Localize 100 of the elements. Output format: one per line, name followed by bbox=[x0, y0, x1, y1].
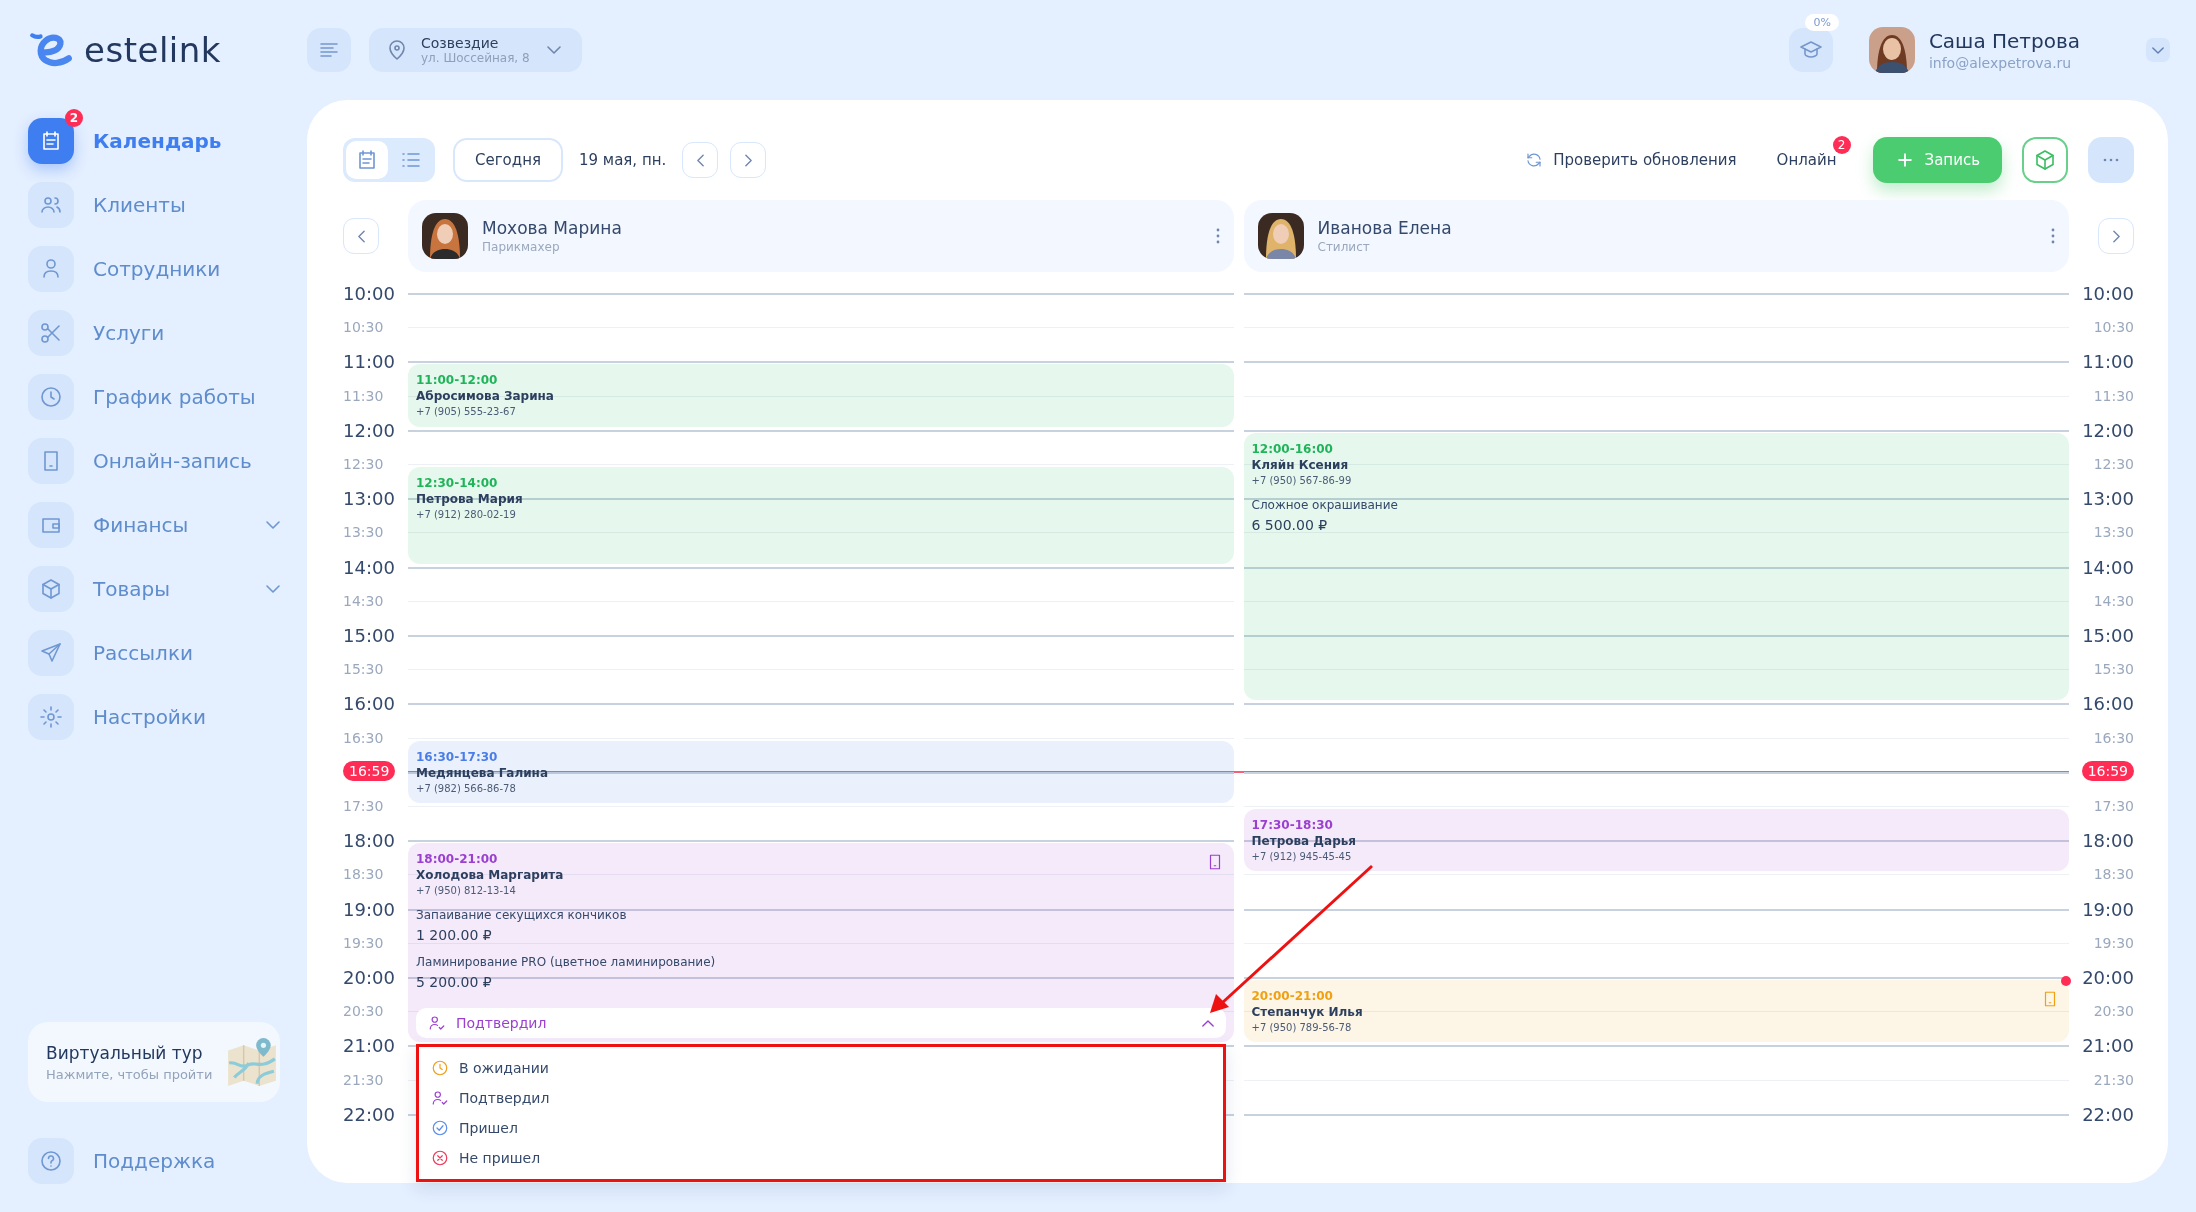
notification-badge: 2 bbox=[65, 109, 83, 127]
client-name: Абросимова Зарина bbox=[416, 389, 554, 404]
appointment-card[interactable]: 12:00-16:00 Кляйн Ксения +7 (950) 567-86-99 Сложное окрашивание 6 500.00 ₽ bbox=[1243, 432, 2069, 701]
time-label: 20:30 bbox=[343, 1003, 384, 1020]
time-label: 18:30 bbox=[343, 866, 384, 883]
time-label: 14:00 bbox=[343, 556, 395, 578]
service-price: 6 500.00 ₽ bbox=[1251, 516, 1328, 533]
current-time-badge: 16:59 bbox=[343, 760, 396, 781]
view-toggle[interactable] bbox=[346, 141, 388, 179]
time-label: 15:30 bbox=[343, 661, 384, 678]
map-icon bbox=[226, 1036, 278, 1088]
kebab-menu-icon[interactable] bbox=[2051, 228, 2055, 244]
time-label: 13:00 bbox=[343, 487, 395, 509]
time-label: 15:30 bbox=[2093, 661, 2134, 678]
client-name: Кляйн Ксения bbox=[1251, 457, 1349, 472]
time-label: 10:00 bbox=[343, 282, 395, 304]
time-label: 14:30 bbox=[343, 592, 384, 609]
time-label: 14:30 bbox=[2093, 592, 2134, 609]
staff-name: Иванова Елена bbox=[1317, 218, 1453, 238]
chevron-down-icon bbox=[2152, 46, 2164, 54]
cross-circle-icon bbox=[431, 1149, 449, 1168]
time-label: 11:30 bbox=[343, 387, 384, 404]
time-label: 14:00 bbox=[2082, 556, 2134, 578]
status-dropdown[interactable]: Подтвердил bbox=[416, 1008, 1226, 1039]
products-button[interactable] bbox=[2022, 137, 2068, 183]
status-option[interactable]: Пришел bbox=[431, 1113, 1211, 1144]
next-staff-button[interactable] bbox=[2098, 218, 2134, 254]
status-option[interactable]: В ожидании bbox=[431, 1053, 1211, 1084]
time-label: 21:30 bbox=[343, 1071, 384, 1088]
scissors-icon bbox=[39, 321, 63, 345]
appointment-card[interactable]: 17:30-18:30 Петрова Дарья +7 (912) 945-45-45 bbox=[1243, 809, 2069, 872]
kebab-menu-icon[interactable] bbox=[1215, 228, 1220, 244]
appointment-time: 16:30-17:30 bbox=[416, 749, 498, 764]
status-option[interactable]: Подтвердил bbox=[431, 1083, 1211, 1114]
virtual-tour-card[interactable]: Виртуальный тур Нажмите, чтобы пройти bbox=[28, 1022, 280, 1102]
tour-title: Виртуальный тур bbox=[46, 1042, 204, 1063]
more-button[interactable] bbox=[2088, 137, 2134, 183]
menu-button[interactable] bbox=[307, 28, 351, 72]
staff-header[interactable]: Иванова Елена Стилист bbox=[1243, 200, 2069, 272]
client-phone: +7 (982) 566-86-78 bbox=[416, 782, 516, 794]
client-phone: +7 (905) 555-23-67 bbox=[416, 406, 516, 418]
appointment-time: 17:30-18:30 bbox=[1251, 818, 1333, 832]
check-circle-icon bbox=[431, 1119, 449, 1138]
clock-icon bbox=[431, 1059, 449, 1078]
time-label: 11:00 bbox=[2082, 350, 2134, 372]
time-label: 11:30 bbox=[2093, 387, 2134, 404]
time-label: 18:00 bbox=[343, 829, 395, 851]
today-button[interactable]: Сегодня bbox=[453, 138, 563, 182]
brand-name: estelink bbox=[84, 30, 221, 70]
service-name: Запаивание секущихся кончиков bbox=[416, 908, 627, 923]
time-label: 11:00 bbox=[343, 350, 395, 372]
service-price: 1 200.00 ₽ bbox=[416, 927, 492, 944]
client-name: Холодова Маргарита bbox=[416, 868, 564, 883]
sidebar-item[interactable]: Календарь 2 bbox=[28, 108, 280, 164]
chevron-left-icon bbox=[357, 229, 365, 243]
time-label: 12:30 bbox=[2093, 456, 2134, 472]
location-address: ул. Шоссейная, 8 bbox=[421, 51, 530, 65]
time-label: 19:00 bbox=[2082, 898, 2134, 920]
location-selector[interactable]: Созвездие ул. Шоссейная, 8 bbox=[369, 28, 582, 72]
location-name: Созвездие bbox=[421, 35, 500, 51]
more-icon bbox=[2103, 158, 2119, 162]
service-price: 5 200.00 ₽ bbox=[416, 974, 492, 991]
staff-name: Мохова Марина bbox=[482, 218, 623, 238]
time-label: 20:00 bbox=[2082, 966, 2134, 988]
chevron-left-icon bbox=[696, 153, 704, 167]
time-label: 17:30 bbox=[2093, 798, 2134, 814]
appointment-card[interactable]: 11:00-12:00 Абросимова Зарина +7 (905) 555-23-67 bbox=[408, 364, 1234, 427]
client-phone: +7 (912) 280-02-19 bbox=[416, 509, 516, 520]
refresh-icon bbox=[1525, 151, 1544, 169]
status-option[interactable]: Не пришел bbox=[431, 1143, 1211, 1174]
appointment-card[interactable]: 12:30-14:00 Петрова Мария +7 (912) 280-02-19 bbox=[408, 467, 1234, 564]
next-day-button[interactable] bbox=[730, 142, 767, 178]
time-label: 16:30 bbox=[343, 729, 384, 746]
client-phone: +7 (950) 567-86-99 bbox=[1251, 474, 1352, 486]
time-label: 22:00 bbox=[343, 1103, 395, 1125]
client-name: Степанчук Илья bbox=[1251, 1005, 1363, 1019]
user-name: Саша Петрова bbox=[1928, 29, 2080, 53]
check-updates-button[interactable]: Проверить обновления bbox=[1511, 138, 1751, 182]
time-label: 10:30 bbox=[343, 319, 384, 336]
account-menu-button[interactable] bbox=[2146, 38, 2170, 62]
notification-badge: 2 bbox=[1832, 136, 1851, 154]
current-time-badge: 16:59 bbox=[2081, 760, 2134, 781]
time-label: 19:30 bbox=[2093, 934, 2134, 951]
time-label: 13:30 bbox=[2093, 524, 2134, 541]
client-phone: +7 (912) 945-45-45 bbox=[1251, 851, 1352, 862]
time-label: 16:30 bbox=[2093, 729, 2134, 746]
time-label: 13:30 bbox=[343, 524, 384, 541]
time-label: 10:30 bbox=[2093, 319, 2134, 336]
staff-header[interactable]: Мохова Марина Парикмахер bbox=[408, 200, 1234, 272]
client-phone: +7 (950) 812-13-14 bbox=[416, 885, 516, 897]
time-label: 19:00 bbox=[343, 898, 395, 920]
online-button[interactable]: Онлайн 2 bbox=[1762, 138, 1851, 182]
tour-subtitle: Нажмите, чтобы пройти bbox=[46, 1066, 213, 1082]
academy-button[interactable] bbox=[1788, 28, 1833, 72]
previous-day-button[interactable] bbox=[682, 142, 719, 178]
previous-staff-button[interactable] bbox=[343, 218, 379, 254]
time-label: 15:00 bbox=[2082, 624, 2134, 646]
time-label: 16:00 bbox=[343, 692, 395, 714]
appointment-time: 18:00-21:00 bbox=[416, 852, 498, 867]
staff-role: Парикмахер bbox=[482, 240, 561, 254]
